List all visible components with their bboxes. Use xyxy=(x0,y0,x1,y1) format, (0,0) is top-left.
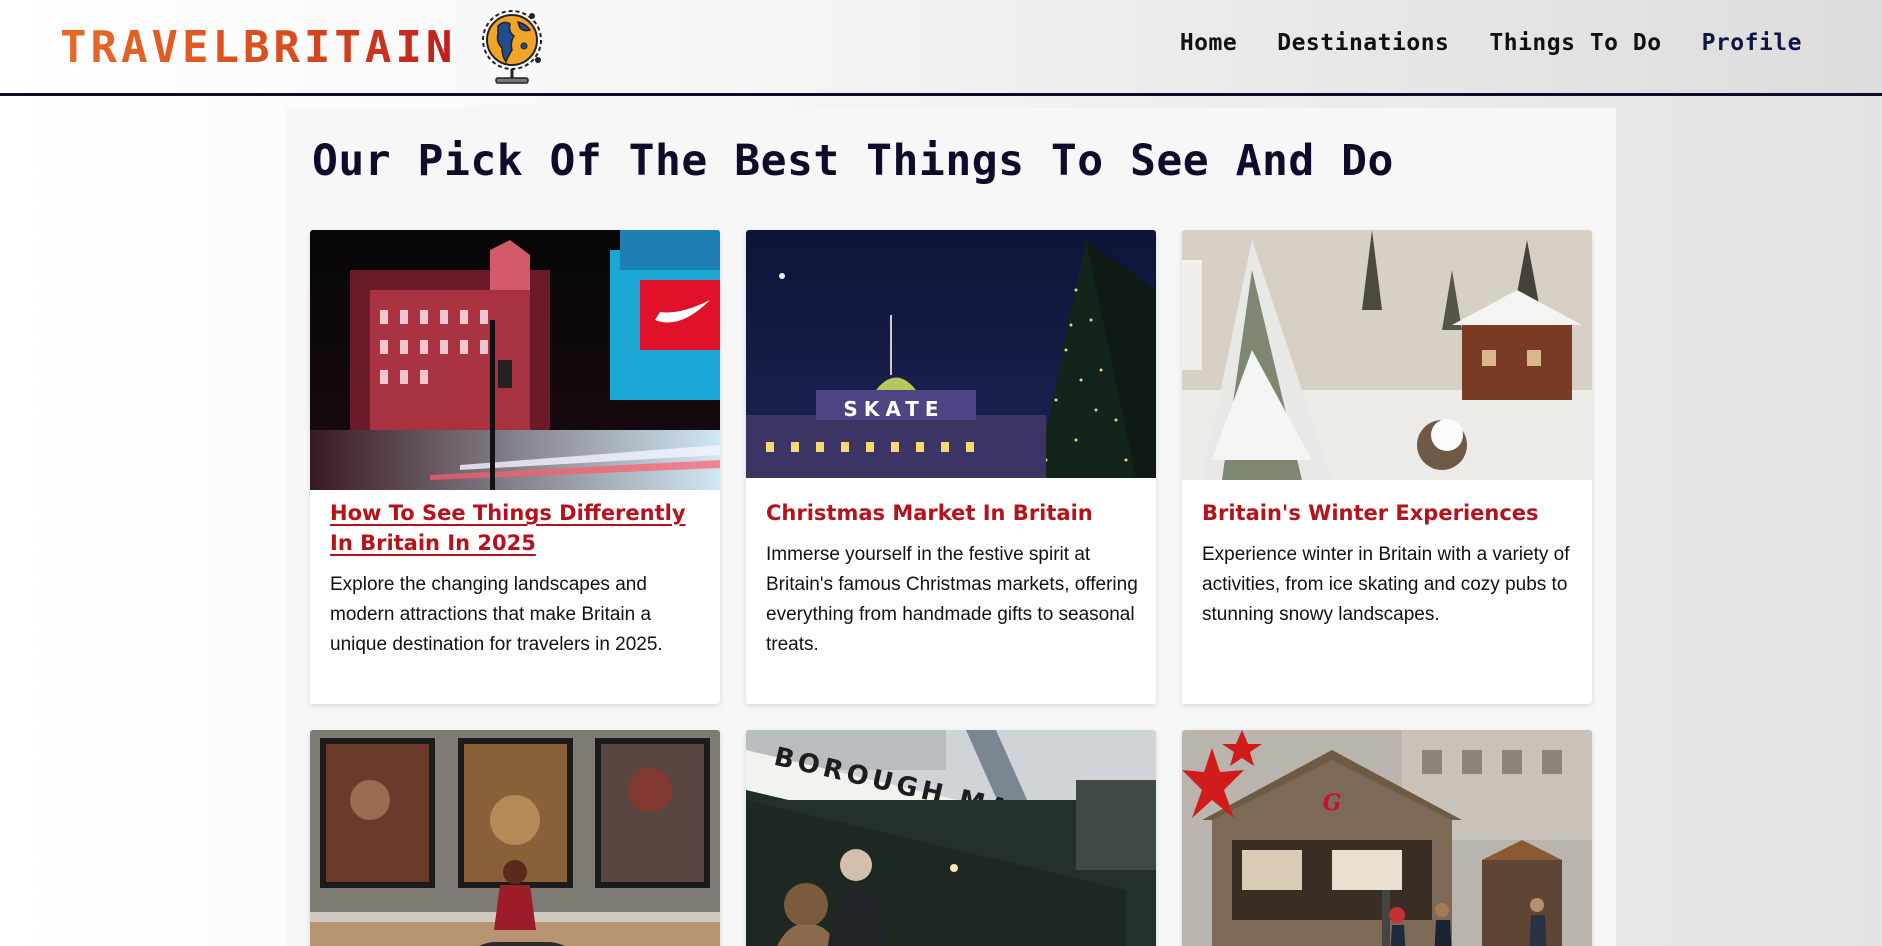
card-image-borough-market[interactable]: BOROUGH MARKET xyxy=(746,730,1156,946)
card-art-gallery[interactable] xyxy=(310,730,720,946)
site-logo[interactable]: TRAVELBRITAIN xyxy=(60,22,456,73)
card-christmas-stalls[interactable]: G xyxy=(1182,730,1592,946)
card-description: Experience winter in Britain with a vari… xyxy=(1202,544,1570,625)
card-description: Explore the changing landscapes and mode… xyxy=(330,574,663,655)
card-title[interactable]: Christmas Market In Britain xyxy=(766,498,1136,528)
main-content: Our Pick Of The Best Things To See And D… xyxy=(286,108,1616,946)
main-nav: Home Destinations Things To Do Profile xyxy=(1180,30,1802,56)
card-winter-experiences[interactable]: Britain's Winter Experiences Experience … xyxy=(1182,230,1592,704)
nav-home[interactable]: Home xyxy=(1180,30,1237,56)
card-description: Immerse yourself in the festive spirit a… xyxy=(766,544,1138,655)
card-image-christmas-stalls[interactable]: G xyxy=(1182,730,1592,946)
card-see-things-differently[interactable]: How To See Things Differently In Britain… xyxy=(310,230,720,704)
card-title[interactable]: How To See Things Differently In Britain… xyxy=(330,498,700,558)
svg-text:G: G xyxy=(1323,790,1342,816)
globe-icon[interactable] xyxy=(480,6,550,88)
site-header: TRAVELBRITAIN Home Destinations Things T… xyxy=(0,0,1882,96)
nav-things-to-do[interactable]: Things To Do xyxy=(1489,30,1661,56)
card-image-piccadilly[interactable] xyxy=(310,230,720,490)
card-borough-market[interactable]: BOROUGH MARKET xyxy=(746,730,1156,946)
card-image-skate[interactable]: SKATE xyxy=(746,230,1156,478)
card-title[interactable]: Britain's Winter Experiences xyxy=(1202,498,1572,528)
nav-profile[interactable]: Profile xyxy=(1702,30,1802,56)
page-title: Our Pick Of The Best Things To See And D… xyxy=(312,136,1394,186)
card-christmas-market[interactable]: SKATE Christmas Market In Britain Immers… xyxy=(746,230,1156,704)
card-image-art-gallery[interactable] xyxy=(310,730,720,946)
skate-sign: SKATE xyxy=(843,397,944,421)
nav-destinations[interactable]: Destinations xyxy=(1277,30,1449,56)
card-image-snowy-cabin[interactable] xyxy=(1182,230,1592,480)
